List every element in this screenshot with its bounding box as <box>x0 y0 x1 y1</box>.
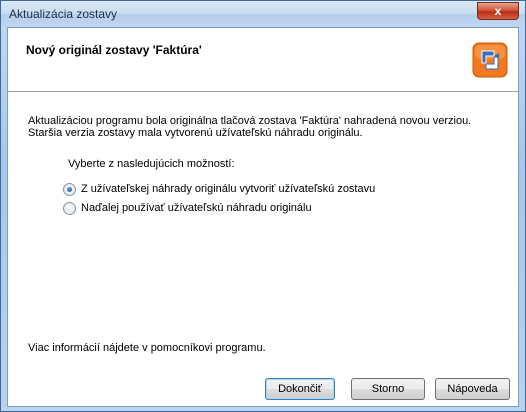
option-label[interactable]: Z užívateľskej náhrady originálu vytvori… <box>81 183 375 195</box>
options-label: Vyberte z nasledujúcich možností: <box>68 158 235 170</box>
dialog-header: Nový originál zostavy 'Faktúra' <box>8 28 518 92</box>
description-line-2: Staršia verzia zostavy mala vytvorenú už… <box>28 127 363 139</box>
description-text: Aktualizáciou programu bola originálna t… <box>28 115 508 139</box>
option-label[interactable]: Naďalej používať užívateľskú náhradu ori… <box>81 202 312 214</box>
finish-button[interactable]: Dokončiť <box>265 378 335 400</box>
description-line-1: Aktualizáciou programu bola originálna t… <box>28 115 472 127</box>
cancel-button[interactable]: Storno <box>351 378 425 400</box>
report-update-icon <box>472 42 508 78</box>
radio-checked-icon[interactable] <box>63 182 76 196</box>
help-info-text: Viac informácií nájdete v pomocníkovi pr… <box>28 342 266 354</box>
radio-unchecked-icon[interactable] <box>63 201 76 215</box>
dialog-client-area: Nový originál zostavy 'Faktúra' Aktualiz… <box>7 27 519 407</box>
header-title: Nový originál zostavy 'Faktúra' <box>26 43 202 57</box>
title-bar[interactable]: Aktualizácia zostavy x <box>1 1 525 27</box>
window-title: Aktualizácia zostavy <box>9 7 118 21</box>
dialog-window: Aktualizácia zostavy x Nový originál zos… <box>0 0 526 412</box>
close-button[interactable]: x <box>477 2 519 20</box>
help-button[interactable]: Nápoveda <box>435 378 510 400</box>
close-icon: x <box>494 4 502 18</box>
option-keep-user-replacement[interactable]: Naďalej používať užívateľskú náhradu ori… <box>63 200 312 216</box>
option-create-user-report[interactable]: Z užívateľskej náhrady originálu vytvori… <box>63 181 375 197</box>
